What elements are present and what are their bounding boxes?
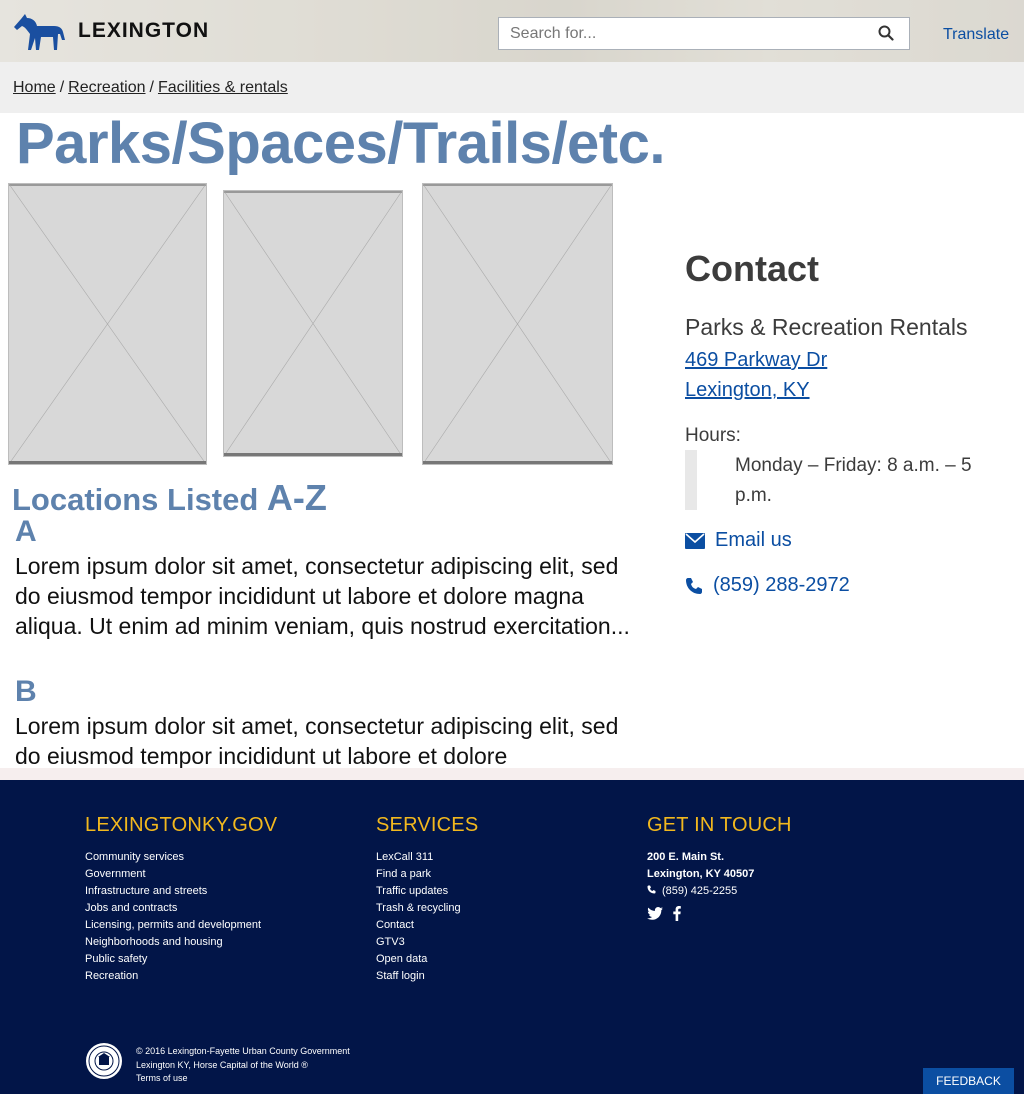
footer-col-title: GET IN TOUCH (647, 814, 792, 836)
search-input[interactable] (499, 18, 859, 49)
letter-heading-a: A (15, 515, 37, 548)
terms-link[interactable]: Terms of use (136, 1073, 188, 1083)
image-placeholder (223, 190, 403, 457)
footer-link[interactable]: Traffic updates (376, 885, 448, 897)
footer-link[interactable]: Infrastructure and streets (85, 885, 207, 897)
contact-address-line1[interactable]: 469 Parkway Dr (685, 349, 827, 372)
copyright-line1: © 2016 Lexington-Fayette Urban County Go… (136, 1046, 350, 1056)
feedback-button[interactable]: FEEDBACK (923, 1068, 1014, 1094)
email-link[interactable]: Email us (685, 529, 792, 552)
footer-link[interactable]: GTV3 (376, 936, 405, 948)
contact-org: Parks & Recreation Rentals (685, 314, 968, 340)
search-box (498, 17, 910, 50)
contact-address-line2[interactable]: Lexington, KY (685, 379, 810, 402)
footer-link[interactable]: LexCall 311 (376, 851, 433, 863)
footer-link[interactable]: Licensing, permits and development (85, 919, 261, 931)
twitter-icon[interactable] (647, 907, 663, 925)
phone-icon (647, 885, 656, 894)
hours-divider (685, 450, 697, 510)
site-footer: LEXINGTONKY.GOV Community services Gover… (0, 780, 1024, 1094)
locations-heading-range: A-Z (266, 477, 327, 518)
footer-separator (0, 768, 1024, 780)
section-a-text: Lorem ipsum dolor sit amet, consectetur … (15, 553, 630, 639)
footer-link[interactable]: Jobs and contracts (85, 902, 177, 914)
breadcrumb-home[interactable]: Home (13, 79, 56, 96)
footer-link[interactable]: Contact (376, 919, 414, 931)
breadcrumb: Home / Recreation / Facilities & rentals (13, 79, 288, 97)
translate-link[interactable]: Translate (943, 26, 1009, 44)
footer-link[interactable]: Community services (85, 851, 184, 863)
footer-link[interactable]: Public safety (85, 953, 147, 965)
footer-col-services: SERVICES LexCall 311 Find a park Traffic… (376, 814, 478, 985)
breadcrumb-bar: Home / Recreation / Facilities & rentals (0, 62, 1024, 113)
breadcrumb-recreation[interactable]: Recreation (68, 79, 145, 96)
footer-link[interactable]: Neighborhoods and housing (85, 936, 223, 948)
logo-text: LEXINGTON (78, 19, 210, 42)
locations-heading: Locations Listed A-Z (12, 477, 327, 519)
contact-title: Contact (685, 248, 819, 289)
image-placeholder (8, 183, 207, 465)
footer-address-line1: 200 E. Main St. (647, 851, 725, 863)
footer-col-lexingtonky: LEXINGTONKY.GOV Community services Gover… (85, 814, 277, 985)
footer-address-line2: Lexington, KY 40507 (647, 868, 755, 880)
facebook-icon[interactable] (673, 906, 681, 926)
section-b-text: Lorem ipsum dolor sit amet, consectetur … (15, 713, 619, 769)
hours-text: Monday – Friday: 8 a.m. – 5 p.m. (735, 455, 972, 506)
footer-link[interactable]: Recreation (85, 970, 138, 982)
county-seal-icon (86, 1043, 122, 1079)
footer-link[interactable]: Trash & recycling (376, 902, 461, 914)
phone-icon (686, 577, 702, 594)
footer-phone-number: (859) 425-2255 (662, 885, 738, 897)
phone-label: (859) 288-2972 (713, 574, 850, 596)
footer-link[interactable]: Government (85, 868, 146, 880)
footer-copyright: © 2016 Lexington-Fayette Urban County Go… (136, 1045, 350, 1086)
breadcrumb-separator: / (149, 79, 154, 96)
footer-phone[interactable]: (859) 425-2255 (647, 883, 792, 900)
footer-col-title: LEXINGTONKY.GOV (85, 814, 278, 836)
horse-logo-icon (14, 14, 65, 50)
image-placeholder (422, 183, 613, 465)
breadcrumb-separator: / (59, 79, 65, 96)
page-title: Parks/Spaces/Trails/etc. (16, 111, 666, 176)
hours-label: Hours: (685, 425, 741, 446)
footer-link[interactable]: Staff login (376, 970, 425, 982)
search-icon[interactable] (878, 25, 894, 46)
site-logo[interactable]: LEXINGTON (12, 10, 209, 52)
letter-heading-b: B (15, 675, 37, 708)
footer-col-get-in-touch: GET IN TOUCH 200 E. Main St. Lexington, … (647, 814, 792, 926)
envelope-icon (685, 532, 705, 549)
locations-heading-text: Locations Listed (12, 482, 267, 517)
footer-link[interactable]: Find a park (376, 868, 431, 880)
footer-link[interactable]: Open data (376, 953, 427, 965)
breadcrumb-facilities[interactable]: Facilities & rentals (158, 79, 288, 96)
social-links (647, 906, 792, 926)
footer-col-title: SERVICES (376, 814, 479, 836)
phone-link[interactable]: (859) 288-2972 (685, 574, 850, 597)
copyright-line2: Lexington KY, Horse Capital of the World… (136, 1059, 308, 1070)
email-label: Email us (715, 529, 792, 551)
